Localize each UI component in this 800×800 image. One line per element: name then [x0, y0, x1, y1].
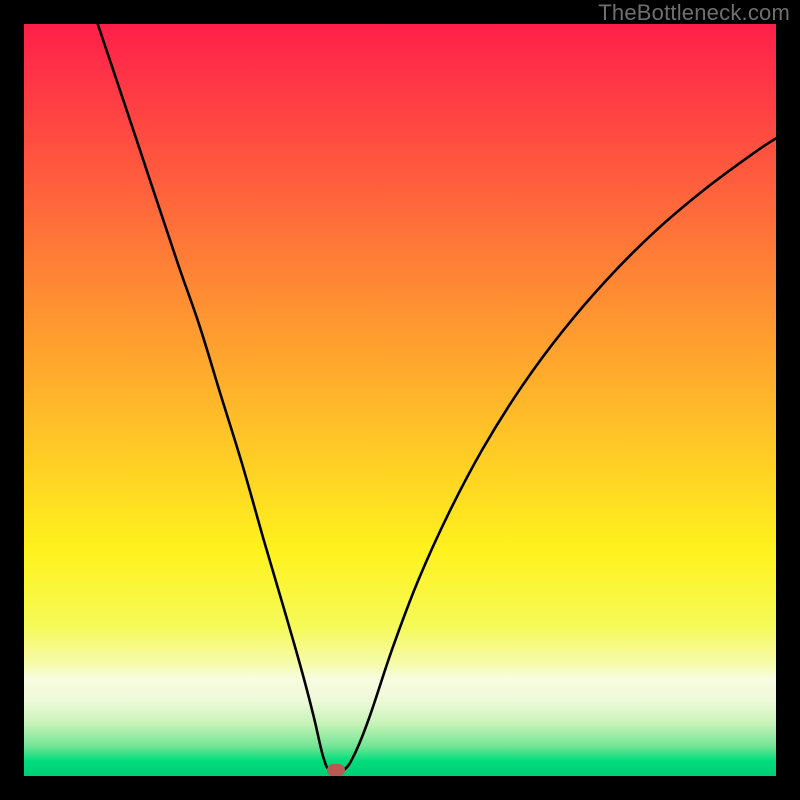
- optimum-marker: [327, 764, 345, 776]
- plot-area: [24, 24, 776, 776]
- watermark-text: TheBottleneck.com: [598, 0, 790, 26]
- curve-svg: [24, 24, 776, 776]
- chart-frame: TheBottleneck.com: [0, 0, 800, 800]
- bottleneck-curve: [98, 24, 776, 772]
